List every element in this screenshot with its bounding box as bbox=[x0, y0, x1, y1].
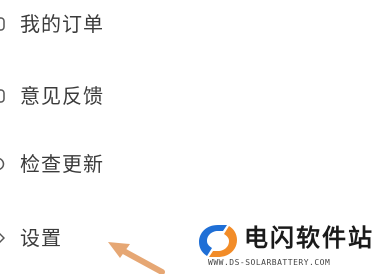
menu-item-label: 我的订单 bbox=[20, 12, 104, 36]
menu-item-label: 检查更新 bbox=[20, 152, 104, 176]
brand-logo-icon bbox=[199, 225, 237, 257]
menu-item-label: 意见反馈 bbox=[20, 84, 104, 108]
settings-icon bbox=[0, 231, 5, 245]
orders-icon bbox=[0, 17, 5, 31]
watermark: 电闪软件站 WWW.DS-SOLARBATTERY.COM bbox=[180, 218, 382, 274]
update-icon bbox=[0, 157, 5, 171]
pointer-arrow-icon bbox=[108, 242, 165, 274]
watermark-title: 电闪软件站 bbox=[244, 224, 374, 252]
feedback-icon bbox=[0, 89, 5, 103]
watermark-url: WWW.DS-SOLARBATTERY.COM bbox=[208, 258, 331, 267]
menu-item-label: 设置 bbox=[20, 226, 62, 250]
screen: 我的订单 意见反馈 检查更新 设置 电闪软件站 WWW.DS-SOLARBATT… bbox=[0, 0, 382, 274]
